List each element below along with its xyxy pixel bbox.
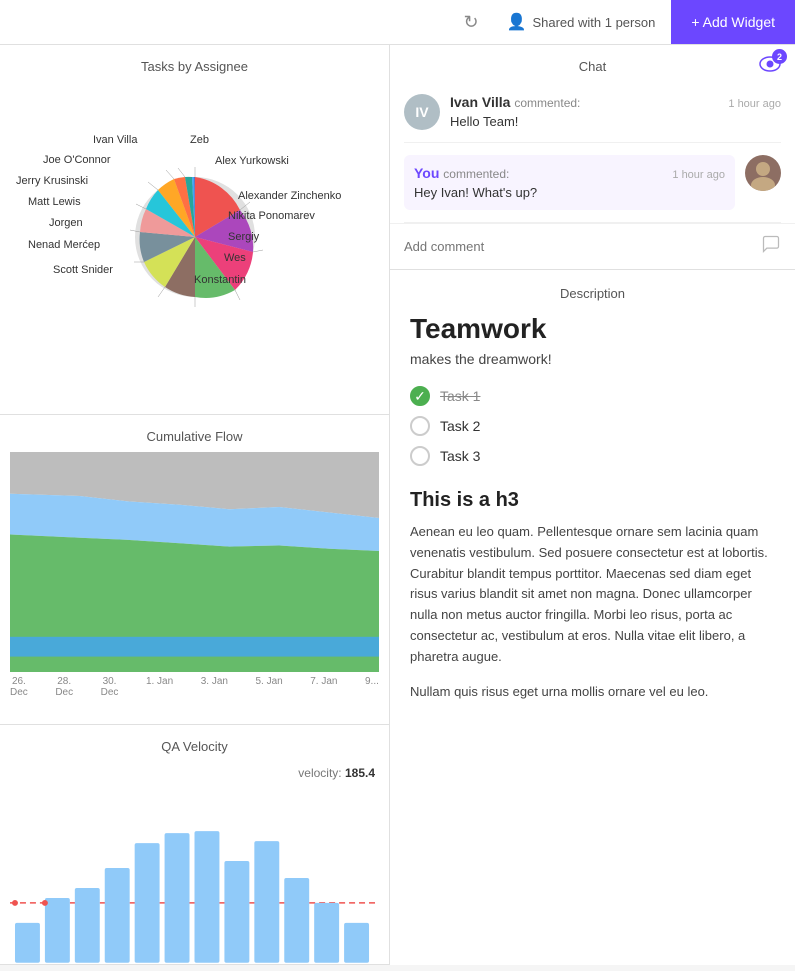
chat-action-1: commented: bbox=[514, 96, 580, 110]
task-item-2: Task 2 bbox=[410, 411, 775, 441]
velocity-value: 185.4 bbox=[345, 766, 375, 780]
pie-label-zeb: Zeb bbox=[190, 134, 209, 146]
add-widget-button[interactable]: + Add Widget bbox=[671, 0, 795, 44]
qa-velocity-title: QA Velocity bbox=[0, 725, 389, 762]
description-h3: This is a h3 bbox=[410, 489, 775, 512]
chat-send-button[interactable] bbox=[761, 234, 781, 259]
chat-sender-name-2: You bbox=[414, 165, 439, 181]
chat-sender-1: Ivan Villa commented: bbox=[450, 94, 580, 110]
eye-badge: 2 bbox=[772, 49, 787, 64]
chat-title: Chat bbox=[579, 59, 606, 74]
task-item-3: Task 3 bbox=[410, 441, 775, 471]
task-text-1: Task 1 bbox=[440, 388, 480, 404]
right-column: Chat 2 IV bbox=[390, 45, 795, 965]
flow-svg bbox=[10, 452, 379, 672]
bar-chart-svg bbox=[10, 788, 379, 968]
pie-label-nenad: Nenad Merćep bbox=[28, 239, 100, 251]
you-avatar-svg bbox=[745, 155, 781, 191]
main-grid: Tasks by Assignee bbox=[0, 45, 795, 965]
task-item-1: ✓ Task 1 bbox=[410, 381, 775, 411]
flow-x-label-2: 28.Dec bbox=[55, 676, 73, 698]
velocity-chart bbox=[10, 788, 379, 968]
topbar: ↻ 👤 Shared with 1 person + Add Widget bbox=[0, 0, 795, 45]
person-icon: 👤 bbox=[507, 12, 527, 32]
description-subtitle: makes the dreamwork! bbox=[410, 351, 775, 367]
cumulative-flow-panel: Cumulative Flow 26.Dec 28.Dec 30.Dec 1. … bbox=[0, 415, 389, 725]
description-title: Teamwork bbox=[410, 313, 775, 345]
cumulative-flow-title: Cumulative Flow bbox=[0, 415, 389, 452]
task-check-1[interactable]: ✓ bbox=[410, 386, 430, 406]
task-text-2: Task 2 bbox=[440, 418, 480, 434]
chat-title-row: Chat 2 bbox=[390, 45, 795, 82]
cumulative-flow-chart bbox=[10, 452, 379, 672]
chat-text-2: Hey Ivan! What's up? bbox=[414, 185, 725, 200]
chat-action-2: commented: bbox=[443, 167, 509, 181]
chat-msg-body-1: Ivan Villa commented: 1 hour ago Hello T… bbox=[450, 94, 781, 130]
flow-x-label-7: 7. Jan bbox=[310, 676, 337, 698]
velocity-stat: velocity: 185.4 bbox=[298, 766, 375, 780]
velocity-text: velocity: bbox=[298, 766, 341, 780]
chat-msg-body-2: You commented: 1 hour ago Hey Ivan! What… bbox=[404, 155, 735, 210]
velocity-header: velocity: 185.4 bbox=[0, 762, 389, 780]
task-check-2[interactable] bbox=[410, 416, 430, 436]
chat-messages: IV Ivan Villa commented: 1 hour ago Hell… bbox=[390, 82, 795, 223]
task-text-3: Task 3 bbox=[440, 448, 480, 464]
flow-x-label-4: 1. Jan bbox=[146, 676, 173, 698]
task-check-3[interactable] bbox=[410, 446, 430, 466]
eye-button[interactable]: 2 bbox=[759, 55, 781, 78]
chat-time-2: 1 hour ago bbox=[672, 169, 725, 181]
description-body-2: Nullam quis risus eget urna mollis ornar… bbox=[410, 682, 775, 703]
chat-message-2: You commented: 1 hour ago Hey Ivan! What… bbox=[404, 143, 781, 223]
pie-label-matt: Matt Lewis bbox=[28, 196, 81, 208]
topbar-right: ↻ 👤 Shared with 1 person + Add Widget bbox=[451, 0, 795, 44]
flow-x-label-8: 9... bbox=[365, 676, 379, 698]
chat-sender-2: You commented: bbox=[414, 165, 509, 181]
shared-label: Shared with 1 person bbox=[532, 15, 655, 30]
chat-text-1: Hello Team! bbox=[450, 114, 781, 129]
description-label: Description bbox=[410, 286, 775, 301]
flow-x-axis: 26.Dec 28.Dec 30.Dec 1. Jan 3. Jan 5. Ja… bbox=[0, 672, 389, 698]
pie-chart-svg bbox=[120, 162, 270, 312]
chat-panel: Chat 2 IV bbox=[390, 45, 795, 270]
chat-sender-name-1: Ivan Villa bbox=[450, 94, 510, 110]
eye-badge-wrap: 2 bbox=[759, 55, 781, 78]
flow-x-label-5: 3. Jan bbox=[201, 676, 228, 698]
chat-input[interactable] bbox=[404, 239, 753, 254]
flow-x-label-1: 26.Dec bbox=[10, 676, 28, 698]
flow-x-label-6: 5. Jan bbox=[255, 676, 282, 698]
pie-label-jerry: Jerry Krusinski bbox=[16, 175, 88, 187]
task-list: ✓ Task 1 Task 2 Task 3 bbox=[410, 381, 775, 471]
comment-icon bbox=[761, 234, 781, 254]
pie-label-scott: Scott Snider bbox=[53, 264, 113, 276]
pie-label-ivan: Ivan Villa bbox=[93, 134, 137, 146]
qa-velocity-panel: QA Velocity velocity: 185.4 bbox=[0, 725, 389, 965]
chat-avatar-ivan: IV bbox=[404, 94, 440, 130]
shared-button[interactable]: 👤 Shared with 1 person bbox=[491, 0, 672, 44]
description-body-1: Aenean eu leo quam. Pellentesque ornare … bbox=[410, 522, 775, 668]
refresh-button[interactable]: ↻ bbox=[451, 0, 490, 44]
pie-label-joe: Joe O'Connor bbox=[43, 154, 111, 166]
description-panel: Description Teamwork makes the dreamwork… bbox=[390, 270, 795, 965]
left-column: Tasks by Assignee bbox=[0, 45, 390, 965]
pie-chart-panel: Tasks by Assignee bbox=[0, 45, 389, 415]
chat-msg-header-2: You commented: 1 hour ago bbox=[414, 165, 725, 181]
chat-input-row bbox=[390, 223, 795, 269]
pie-label-jorgen: Jorgen bbox=[49, 217, 83, 229]
pie-chart-container: Ivan Villa Zeb Joe O'Connor Alex Yurkows… bbox=[0, 82, 389, 392]
chat-msg-header-1: Ivan Villa commented: 1 hour ago bbox=[450, 94, 781, 110]
chat-time-1: 1 hour ago bbox=[728, 98, 781, 110]
flow-x-label-3: 30.Dec bbox=[101, 676, 119, 698]
pie-chart-title: Tasks by Assignee bbox=[0, 45, 389, 82]
chat-message-1: IV Ivan Villa commented: 1 hour ago Hell… bbox=[404, 82, 781, 143]
chat-avatar-you bbox=[745, 155, 781, 191]
